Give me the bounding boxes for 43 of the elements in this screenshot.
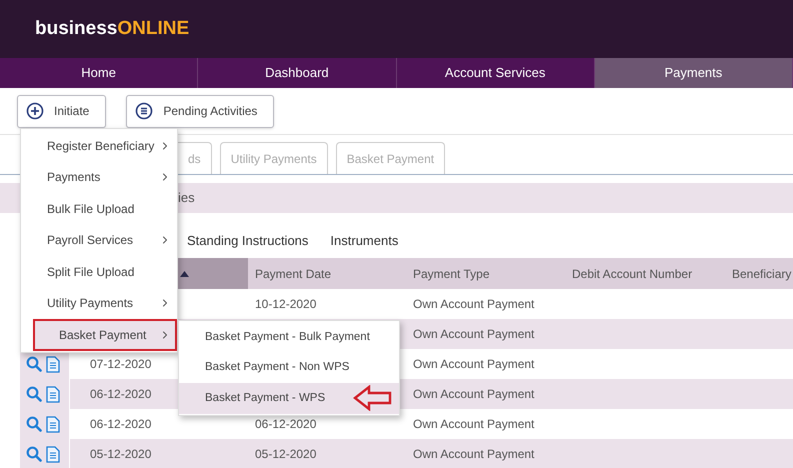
document-icon[interactable] [46, 386, 60, 402]
menu-item[interactable]: Register Beneficiary [21, 130, 177, 162]
table-cell-text: 05-12-2020 [255, 446, 316, 463]
column-header[interactable]: Debit Account Number [565, 258, 725, 289]
submenu-item[interactable]: Basket Payment - Non WPS [179, 352, 399, 383]
table-cell-text: Own Account Payment [413, 386, 534, 403]
column-header[interactable]: Beneficiary [725, 258, 793, 289]
menu-item[interactable]: Basket Payment [33, 319, 177, 350]
table-cell-text: 07-12-2020 [90, 356, 152, 373]
plus-circle-icon [26, 102, 44, 120]
column-header[interactable]: Payment Type [405, 258, 565, 289]
search-icon[interactable] [26, 386, 42, 402]
search-icon[interactable] [26, 446, 42, 462]
nav-tab[interactable]: Payments [594, 58, 793, 88]
table-cell-text: Own Account Payment [413, 416, 534, 433]
table-cell-text: Own Account Payment [413, 356, 534, 373]
submenu-item[interactable]: Basket Payment - WPS [179, 383, 399, 414]
table-cell-text: 05-12-2020 [90, 446, 152, 463]
search-icon[interactable] [26, 416, 42, 432]
document-icon[interactable] [46, 356, 60, 372]
document-icon[interactable] [46, 446, 60, 462]
logo: businessONLINE [35, 16, 190, 41]
document-icon[interactable] [46, 416, 60, 432]
column-header[interactable]: Payment Date [248, 258, 405, 289]
table-cell-text: Own Account Payment [413, 446, 534, 463]
nav-tab[interactable]: Account Services [396, 58, 595, 88]
table-cell-text: 10-12-2020 [255, 296, 316, 313]
list-circle-icon [135, 102, 154, 120]
submenu-item[interactable]: Basket Payment - Bulk Payment [179, 322, 399, 352]
table-cell-text: 06-12-2020 [90, 386, 152, 403]
menu-item[interactable]: Utility Payments [21, 288, 177, 319]
sub-tab[interactable]: Standing Instructions [187, 230, 308, 250]
sub-tab[interactable]: Instruments [330, 230, 398, 250]
table-cell-text: 06-12-2020 [90, 416, 152, 433]
table-cell-text: Own Account Payment [413, 326, 534, 343]
arrow-left-icon [353, 385, 393, 412]
table-cell-text: 06-12-2020 [255, 416, 316, 433]
toolbar-button[interactable]: Pending Activities [126, 94, 274, 128]
menu-item[interactable]: Payroll Services [21, 224, 177, 256]
table-cell-text: Own Account Payment [413, 296, 534, 313]
toolbar-button[interactable]: Initiate [17, 94, 106, 128]
search-icon[interactable] [26, 356, 42, 372]
menu-item[interactable]: Split File Upload [21, 256, 177, 288]
